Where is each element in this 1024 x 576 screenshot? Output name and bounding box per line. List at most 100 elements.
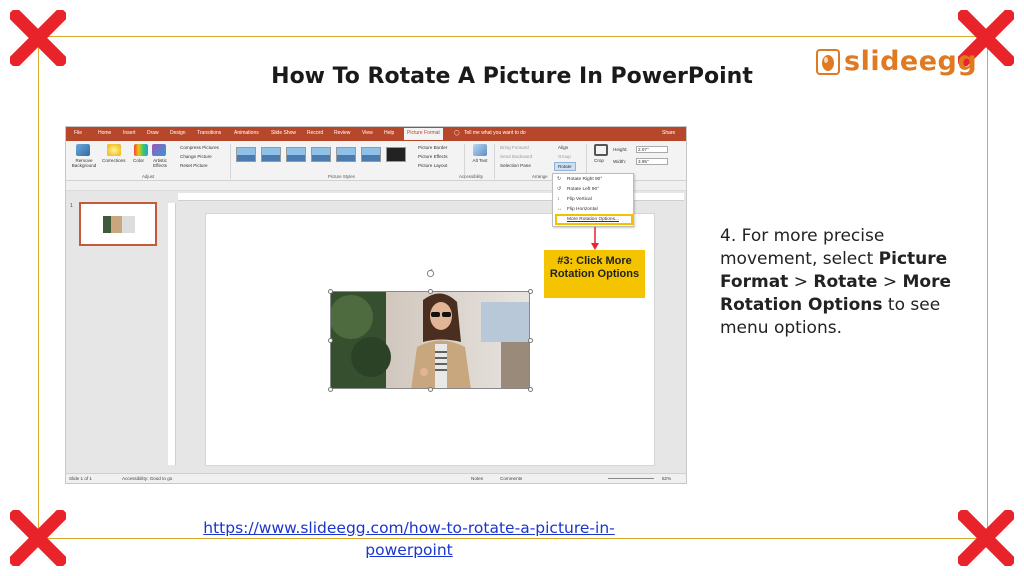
thumbnail-picture [103, 216, 135, 233]
vertical-ruler [168, 203, 176, 465]
accessibility-status[interactable]: Accessibility: Good to go [122, 476, 172, 481]
frame-top-line [40, 36, 986, 37]
instruction-rotate: Rotate [813, 272, 878, 292]
callout-prefix: #3: Click [557, 255, 603, 267]
picture-border-button[interactable]: Picture Border [418, 145, 447, 150]
instruction-separator: > [882, 272, 898, 292]
menu-item-flip-horizontal[interactable]: Flip Horizontal [567, 207, 598, 212]
crop-icon [594, 144, 608, 156]
crop-button[interactable]: Crop [594, 158, 604, 163]
instruction-intro: For more precise movement, select [720, 226, 885, 269]
accessibility-group-label: Accessibility [459, 174, 483, 179]
remove-background-label: Remove Background [71, 158, 97, 168]
adjust-group-label: Adjust [142, 174, 155, 179]
tab-picture-format[interactable]: Picture Format [404, 128, 443, 140]
picture-style-6[interactable] [361, 147, 381, 162]
frame-left-line [38, 38, 39, 538]
corrections-button[interactable]: Corrections [102, 158, 126, 163]
send-backward-button[interactable]: Send Backward [500, 154, 532, 159]
selected-picture[interactable] [330, 291, 530, 389]
slide-thumbnail-panel: 1 [66, 191, 166, 473]
width-label: Width: [613, 159, 627, 164]
slide-number: 1 [70, 203, 73, 209]
align-button[interactable]: Align [558, 145, 568, 150]
source-link[interactable]: https://www.slideegg.com/how-to-rotate-a… [186, 517, 632, 561]
compress-pictures-button[interactable]: Compress Pictures [180, 145, 219, 150]
step-number: 4. [720, 226, 737, 246]
resize-handle[interactable] [528, 387, 533, 392]
remove-background-icon [76, 144, 90, 156]
corrections-icon [107, 144, 121, 156]
resize-handle[interactable] [328, 387, 333, 392]
comments-button[interactable]: Comments [500, 476, 522, 481]
egg-logo-icon [816, 48, 840, 75]
tab-transitions[interactable]: Transitions [197, 130, 221, 136]
tab-record[interactable]: Record [307, 130, 323, 136]
logo-text: slideegg [844, 46, 978, 77]
alt-text-icon [473, 144, 487, 156]
resize-handle[interactable] [428, 387, 433, 392]
notes-button[interactable]: Notes [471, 476, 483, 481]
reset-picture-button[interactable]: Reset Picture [180, 163, 208, 168]
menu-item-flip-vertical[interactable]: Flip Vertical [567, 197, 592, 202]
color-icon [134, 144, 148, 156]
tab-review[interactable]: Review [334, 130, 350, 136]
resize-handle[interactable] [328, 289, 333, 294]
more-rotation-highlight-box [555, 214, 633, 225]
height-field[interactable]: 2.07" [636, 146, 668, 153]
rotate-left-icon: ↺ [557, 186, 562, 192]
woman-photo-image [331, 292, 529, 388]
picture-layout-button[interactable]: Picture Layout [418, 163, 447, 168]
color-button[interactable]: Color [133, 158, 144, 163]
zoom-slider[interactable] [608, 478, 654, 479]
share-button[interactable]: Share [662, 130, 675, 136]
lightbulb-icon: ◯ [454, 130, 460, 136]
group-button[interactable]: Group [558, 154, 571, 159]
bring-forward-button[interactable]: Bring Forward [500, 145, 529, 150]
instruction-separator: > [793, 272, 808, 292]
tab-view[interactable]: View [362, 130, 373, 136]
rotate-button[interactable]: Rotate [554, 162, 576, 171]
resize-handle[interactable] [528, 338, 533, 343]
menu-item-rotate-left[interactable]: Rotate Left 90° [567, 187, 599, 192]
tab-draw[interactable]: Draw [147, 130, 159, 136]
picture-style-7[interactable] [386, 147, 406, 162]
picture-style-1[interactable] [236, 147, 256, 162]
picture-style-4[interactable] [311, 147, 331, 162]
menu-item-rotate-right[interactable]: Rotate Right 90° [567, 177, 602, 182]
tab-help[interactable]: Help [384, 130, 394, 136]
powerpoint-screenshot: File Home Insert Draw Design Transitions… [65, 126, 687, 484]
rotation-handle-icon[interactable] [426, 269, 435, 278]
instruction-text: 4. For more precise movement, select Pic… [720, 225, 960, 340]
picture-style-3[interactable] [286, 147, 306, 162]
remove-background-button[interactable]: Remove Background [69, 158, 99, 168]
tab-home[interactable]: Home [98, 130, 111, 136]
resize-handle[interactable] [428, 289, 433, 294]
change-picture-button[interactable]: Change Picture [180, 154, 212, 159]
slide-thumbnail[interactable] [79, 202, 157, 246]
slideegg-logo[interactable]: slideegg [816, 46, 977, 77]
step-callout-box: #3: Click More Rotation Options [544, 250, 645, 298]
resize-handle[interactable] [328, 338, 333, 343]
selection-pane-button[interactable]: Selection Pane [500, 163, 531, 168]
corner-x-icon-bottom-left [10, 510, 66, 566]
picture-style-2[interactable] [261, 147, 281, 162]
zoom-level[interactable]: 82% [662, 476, 671, 481]
picture-style-5[interactable] [336, 147, 356, 162]
tab-design[interactable]: Design [170, 130, 186, 136]
width-field[interactable]: 3.95" [636, 158, 668, 165]
ribbon-separator [494, 144, 495, 179]
tab-slide-show[interactable]: Slide Show [271, 130, 296, 136]
alt-text-button[interactable]: Alt Text [471, 158, 489, 163]
rotate-dropdown-menu: ↻ Rotate Right 90° ↺ Rotate Left 90° ↕ F… [552, 173, 634, 227]
tab-insert[interactable]: Insert [123, 130, 136, 136]
callout-arrow-icon [591, 227, 599, 250]
tell-me-search[interactable]: Tell me what you want to do [464, 130, 526, 136]
artistic-effects-button[interactable]: Artistic Effects [150, 158, 170, 168]
tab-file[interactable]: File [74, 130, 82, 136]
flip-vertical-icon: ↕ [557, 196, 560, 202]
tab-animations[interactable]: Animations [234, 130, 259, 136]
corner-x-icon-top-left [10, 10, 66, 66]
picture-effects-button[interactable]: Picture Effects [418, 154, 448, 159]
resize-handle[interactable] [528, 289, 533, 294]
